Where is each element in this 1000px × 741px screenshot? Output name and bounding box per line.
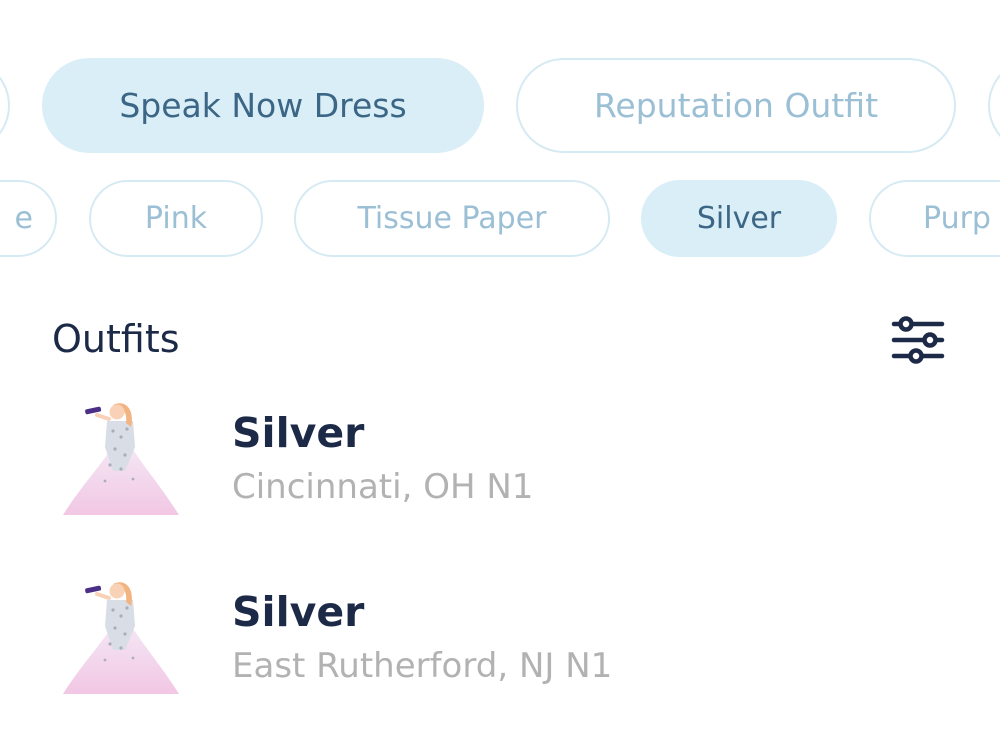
color-chip-label: Silver — [696, 201, 782, 236]
era-chip-partial-left[interactable] — [0, 58, 10, 153]
era-filter-row[interactable]: Speak Now Dress Reputation Outfit — [0, 58, 1000, 153]
gown-figure-icon — [63, 403, 179, 515]
era-chip-partial-right[interactable] — [988, 58, 1000, 153]
outfits-screen: Speak Now Dress Reputation Outfit e Pink… — [0, 0, 1000, 741]
color-chip-label: e — [14, 201, 33, 236]
outfit-thumbnail — [55, 397, 185, 522]
era-chip-label: Reputation Outfit — [593, 86, 879, 125]
outfit-location: Cincinnati, OH N1 — [232, 467, 534, 507]
era-chip-speak-now-dress[interactable]: Speak Now Dress — [42, 58, 484, 153]
outfits-section-title: Outfits — [52, 317, 180, 361]
color-chip-label: Tissue Paper — [357, 201, 547, 236]
era-chip-reputation-outfit[interactable]: Reputation Outfit — [516, 58, 956, 153]
filter-settings-button[interactable] — [888, 313, 948, 365]
sliders-icon — [891, 316, 945, 364]
outfit-list-item[interactable]: Silver East Rutherford, NJ N1 — [0, 576, 1000, 716]
outfit-thumbnail — [55, 576, 185, 701]
color-chip-partial-left[interactable]: e — [0, 180, 57, 257]
outfit-location: East Rutherford, NJ N1 — [232, 646, 613, 686]
color-chip-tissue-paper[interactable]: Tissue Paper — [294, 180, 610, 257]
color-filter-row[interactable]: e Pink Tissue Paper Silver Purp — [0, 180, 1000, 257]
outfit-name: Silver — [232, 588, 365, 636]
color-chip-pink[interactable]: Pink — [89, 180, 263, 257]
color-chip-silver[interactable]: Silver — [641, 180, 837, 257]
outfit-list-item[interactable]: Silver Cincinnati, OH N1 — [0, 397, 1000, 537]
outfit-name: Silver — [232, 409, 365, 457]
gown-figure-icon — [63, 582, 179, 694]
color-chip-label: Pink — [144, 201, 208, 236]
color-chip-label: Purp — [923, 201, 991, 236]
color-chip-purple-partial[interactable]: Purp — [869, 180, 1000, 257]
era-chip-label: Speak Now Dress — [119, 86, 407, 125]
